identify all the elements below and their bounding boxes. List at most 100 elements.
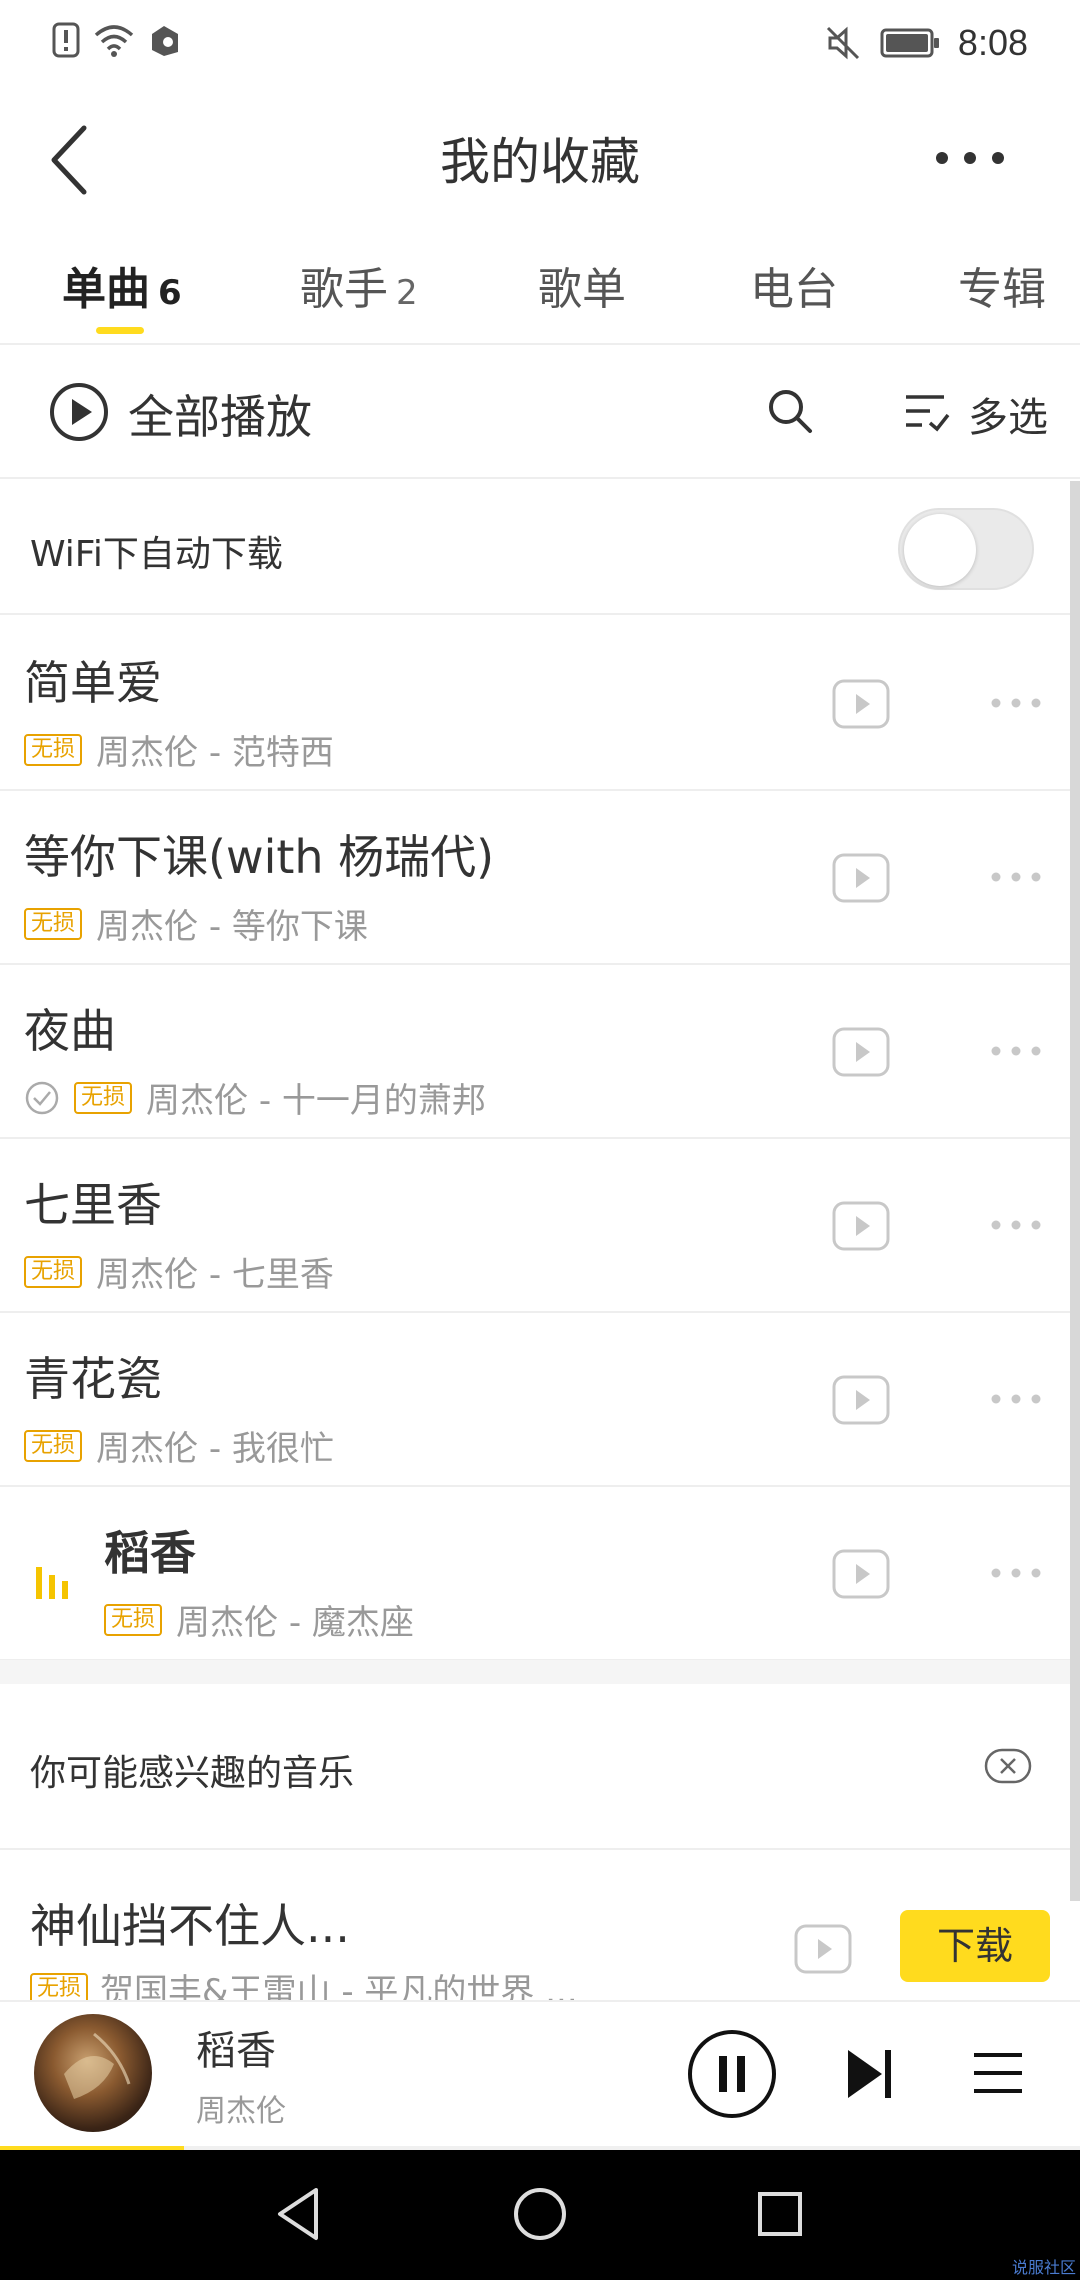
song-title: 夜曲 [24,1004,116,1058]
now-playing-title: 稻香 [196,2028,276,2074]
song-subtitle: 无损 周杰伦 - 范特西 [24,725,334,774]
mini-player[interactable]: 稻香 周杰伦 [0,2000,1080,2152]
active-tab-indicator [96,327,144,334]
song-artist-album: 周杰伦 - 我很忙 [96,1429,334,1469]
close-icon[interactable] [984,1748,1032,1784]
multi-select-icon[interactable] [904,391,950,433]
battery-icon [880,28,939,58]
tab-count: 2 [396,273,418,313]
song-artist-album: 周杰伦 - 魔杰座 [176,1603,414,1643]
lossless-badge: 无损 [24,907,83,940]
tab-radio[interactable]: 电台 [750,253,838,317]
downloaded-check-icon [25,1081,59,1114]
status-bar: 8:08 [0,0,1080,90]
song-artist-album: 周杰伦 - 等你下课 [96,907,368,947]
song-artist-album: 周杰伦 - 范特西 [96,733,334,773]
recommend-header: 你可能感兴趣的音乐 [0,1684,1070,1850]
tab-label: 歌手 [300,264,388,315]
song-more-icon[interactable] [990,695,1042,711]
mv-play-icon[interactable] [832,1201,890,1251]
song-row[interactable]: 青花瓷 无损 周杰伦 - 我很忙 [0,1313,1070,1487]
system-nav-bar: 说服社区 [0,2150,1080,2280]
album-art[interactable] [34,2014,152,2132]
mv-play-icon[interactable] [832,1549,890,1599]
nav-recents-icon[interactable] [748,2182,812,2246]
lossless-badge: 无损 [24,733,83,766]
song-more-icon[interactable] [990,869,1042,885]
song-title: 神仙挡不住人... [30,1899,350,1953]
song-subtitle: 无损 周杰伦 - 十一月的萧邦 [24,1073,486,1122]
tab-songs[interactable]: 单曲 6 [62,253,182,317]
recommended-song-row[interactable]: 神仙挡不住人... 无损 贺国丰&王雷山 - 平凡的世界 ... 下载 [0,1852,1070,2000]
song-title: 简单爱 [24,656,162,710]
song-title: 等你下课(with 杨瑞代) [24,830,495,884]
mv-play-icon[interactable] [832,1375,890,1425]
title-bar: 我的收藏 [0,100,1080,220]
song-subtitle: 无损 贺国丰&王雷山 - 平凡的世界 ... [30,1964,578,2000]
mv-play-icon[interactable] [832,853,890,903]
tab-playlists[interactable]: 歌单 [538,253,626,317]
song-row[interactable]: 七里香 无损 周杰伦 - 七里香 [0,1139,1070,1313]
now-playing-equalizer-icon [36,1567,68,1599]
multi-select-button[interactable]: 多选 [968,385,1048,443]
song-row[interactable]: 等你下课(with 杨瑞代) 无损 周杰伦 - 等你下课 [0,791,1070,965]
now-playing-artist: 周杰伦 [196,2094,286,2129]
more-dots-icon[interactable] [930,128,1010,188]
category-tabs: 单曲 6 歌手 2 歌单 电台 专辑 [0,235,1080,345]
toggle-knob [904,514,976,586]
tab-albums[interactable]: 专辑 [958,253,1046,317]
search-icon[interactable] [766,387,814,435]
play-all-icon[interactable] [48,381,110,443]
pause-icon[interactable] [686,2028,778,2120]
tab-count: 6 [158,273,182,313]
song-title: 稻香 [104,1526,196,1580]
song-more-icon[interactable] [990,1391,1042,1407]
wifi-icon [94,25,134,57]
download-button[interactable]: 下载 [900,1910,1050,1982]
wifi-auto-download-row: WiFi下自动下载 [0,481,1070,615]
song-title: 七里香 [24,1178,162,1232]
mute-icon [826,26,859,60]
page-title: 我的收藏 [440,133,640,191]
section-divider [0,1660,1070,1684]
scrollbar[interactable] [1070,481,1080,1901]
lossless-badge: 无损 [104,1603,163,1636]
tab-artists[interactable]: 歌手 2 [300,253,418,317]
tab-label: 歌单 [538,264,626,315]
recommend-label: 你可能感兴趣的音乐 [30,1753,355,1794]
song-more-icon[interactable] [990,1565,1042,1581]
playlist-icon[interactable] [972,2050,1024,2096]
play-all-button[interactable]: 全部播放 [128,381,312,447]
mv-play-icon[interactable] [832,679,890,729]
song-artist-album: 周杰伦 - 十一月的萧邦 [146,1081,486,1121]
action-bar: 全部播放 多选 [0,347,1080,479]
nav-home-icon[interactable] [508,2182,572,2246]
lossless-badge: 无损 [24,1429,83,1462]
app-notification-icon [152,26,178,56]
song-subtitle: 无损 周杰伦 - 七里香 [24,1247,334,1296]
song-more-icon[interactable] [990,1043,1042,1059]
tab-label: 专辑 [958,264,1046,315]
song-row[interactable]: 简单爱 无损 周杰伦 - 范特西 [0,617,1070,791]
tab-label: 电台 [750,264,838,315]
song-more-icon[interactable] [990,1217,1042,1233]
lossless-badge: 无损 [74,1081,133,1114]
wifi-auto-download-label: WiFi下自动下载 [30,534,283,575]
next-track-icon[interactable] [846,2048,894,2100]
song-subtitle: 无损 周杰伦 - 等你下课 [24,899,368,948]
song-title: 青花瓷 [24,1352,162,1406]
nav-back-icon[interactable] [268,2182,332,2246]
wifi-auto-download-toggle[interactable] [898,508,1034,590]
song-row[interactable]: 夜曲 无损 周杰伦 - 十一月的萧邦 [0,965,1070,1139]
song-row-now-playing[interactable]: 稻香 无损 周杰伦 - 魔杰座 [0,1487,1070,1661]
lossless-badge: 无损 [30,1972,89,2000]
song-artist-album: 贺国丰&王雷山 - 平凡的世界 ... [100,1972,578,2000]
lossless-badge: 无损 [24,1255,83,1288]
song-artist-album: 周杰伦 - 七里香 [96,1255,334,1295]
mv-play-icon[interactable] [794,1924,852,1974]
song-subtitle: 无损 周杰伦 - 我很忙 [24,1421,334,1470]
mv-play-icon[interactable] [832,1027,890,1077]
alert-icon [52,22,80,58]
status-time: 8:08 [957,22,1028,63]
tab-label: 单曲 [62,264,150,315]
